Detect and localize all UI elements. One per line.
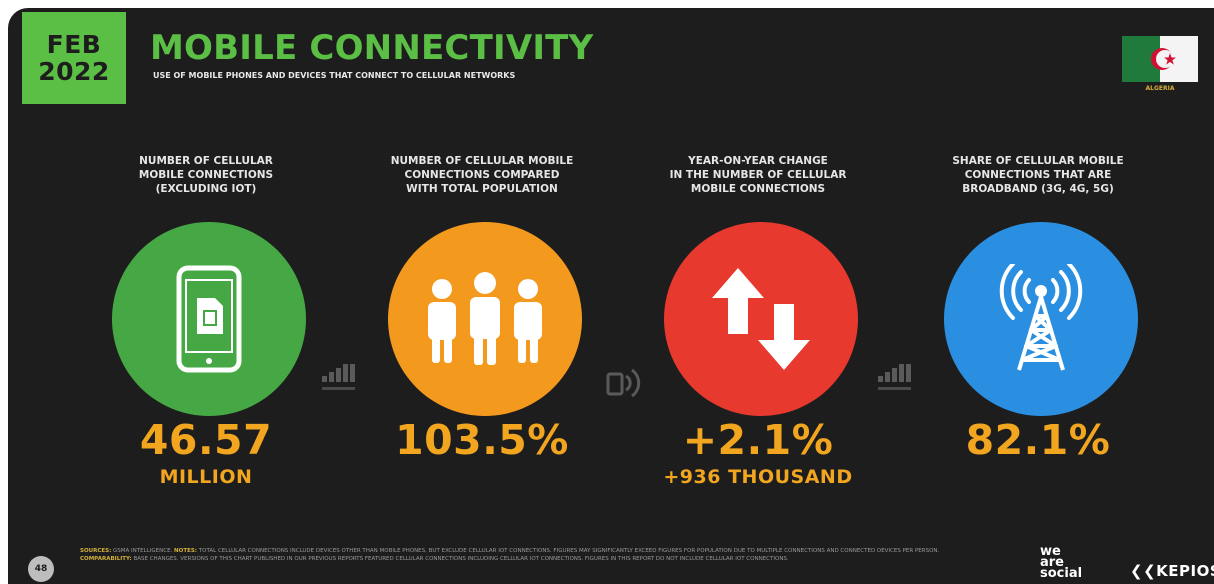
mobile-phone-sim-icon	[112, 222, 306, 416]
we-are-social-logo: we are social	[1040, 544, 1083, 581]
stat-label: YEAR-ON-YEAR CHANGE IN THE NUMBER OF CEL…	[669, 155, 847, 195]
stat-value: +2.1%	[682, 416, 834, 464]
page-subtitle: USE OF MOBILE PHONES AND DEVICES THAT CO…	[153, 71, 516, 80]
stat-sub-value: +936 THOUSAND	[663, 466, 853, 488]
date-year: 2022	[38, 57, 110, 86]
people-group-icon	[388, 222, 582, 416]
algeria-flag-icon	[1122, 36, 1198, 82]
kepios-logo: ❮❮KEPIOS	[1130, 562, 1214, 580]
cell-tower-icon	[944, 222, 1138, 416]
stat-label: NUMBER OF CELLULAR MOBILE CONNECTIONS (E…	[138, 155, 274, 195]
date-badge: FEB 2022	[22, 12, 126, 104]
stat-value: 82.1%	[965, 416, 1111, 464]
stat-label: SHARE OF CELLULAR MOBILE CONNECTIONS THA…	[952, 155, 1124, 195]
stat-value: 103.5%	[395, 416, 569, 464]
footer-notes: SOURCES: GSMA INTELLIGENCE. NOTES: TOTAL…	[80, 548, 940, 562]
up-down-arrows-icon	[664, 222, 858, 416]
page-title: MOBILE CONNECTIVITY	[150, 28, 594, 68]
footer: 48 SOURCES: GSMA INTELLIGENCE. NOTES: TO…	[8, 540, 1214, 584]
page-number: 48	[28, 556, 54, 582]
country-label: ALGERIA	[1145, 85, 1175, 92]
gsma-intelligence-icon	[318, 360, 358, 396]
data-source-icon	[604, 364, 644, 400]
stat-value: 46.57	[139, 416, 273, 464]
kepios-chevron-icon: ❮❮	[1130, 562, 1157, 580]
date-month: FEB	[46, 30, 102, 59]
stat-sub-value: MILLION	[159, 466, 253, 488]
gsma-intelligence-icon	[874, 360, 914, 396]
slide: FEB 2022 MOBILE CONNECTIVITY USE OF MOBI…	[8, 8, 1214, 584]
stat-label: NUMBER OF CELLULAR MOBILE CONNECTIONS CO…	[390, 155, 574, 195]
